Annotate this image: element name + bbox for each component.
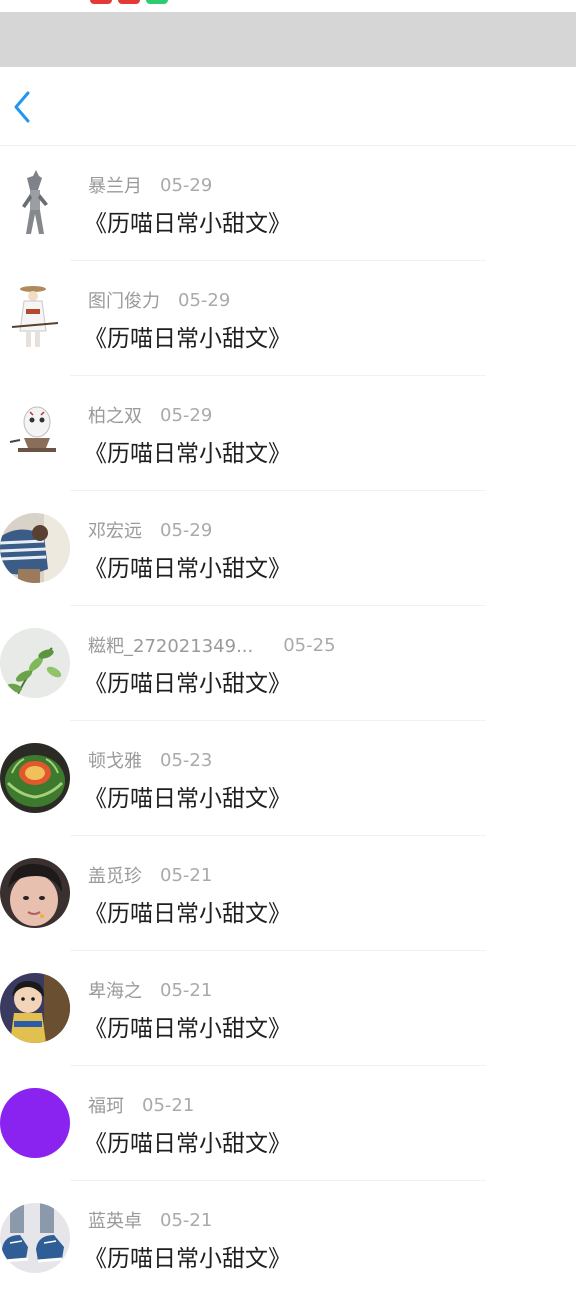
user-name[interactable]: 盖觅珍	[88, 862, 142, 888]
post-date: 05-25	[283, 634, 336, 656]
comment-list: 暴兰月 05-29 《历喵日常小甜文》 图门俊力 05-29 《历喵日常小甜文》	[0, 146, 576, 1296]
nav-bar	[0, 67, 576, 146]
list-item[interactable]: 图门俊力 05-29 《历喵日常小甜文》	[0, 261, 576, 376]
post-title[interactable]: 《历喵日常小甜文》	[84, 319, 291, 353]
list-item[interactable]: 顿戈雅 05-23 《历喵日常小甜文》	[0, 721, 576, 836]
back-button[interactable]	[0, 87, 44, 131]
post-title[interactable]: 《历喵日常小甜文》	[84, 1124, 291, 1158]
user-name[interactable]: 卑海之	[88, 977, 142, 1003]
user-name[interactable]: 糍粑_272021349...	[88, 632, 253, 658]
post-date: 05-29	[160, 519, 213, 541]
post-date: 05-29	[178, 289, 231, 311]
post-title[interactable]: 《历喵日常小甜文》	[84, 779, 291, 813]
header-band	[0, 12, 576, 67]
list-item[interactable]: 蓝英卓 05-21 《历喵日常小甜文》	[0, 1181, 576, 1296]
post-title[interactable]: 《历喵日常小甜文》	[84, 549, 291, 583]
avatar[interactable]	[0, 743, 70, 813]
user-name[interactable]: 福珂	[88, 1092, 124, 1118]
list-item[interactable]: 暴兰月 05-29 《历喵日常小甜文》	[0, 146, 576, 261]
notification-indicator	[90, 0, 112, 4]
list-item[interactable]: 邓宏远 05-29 《历喵日常小甜文》	[0, 491, 576, 606]
list-item[interactable]: 福珂 05-21 《历喵日常小甜文》	[0, 1066, 576, 1181]
list-item[interactable]: 盖觅珍 05-21 《历喵日常小甜文》	[0, 836, 576, 951]
avatar[interactable]	[0, 283, 70, 353]
post-date: 05-21	[142, 1094, 195, 1116]
list-item[interactable]: 糍粑_272021349... 05-25 《历喵日常小甜文》	[0, 606, 576, 721]
user-name[interactable]: 图门俊力	[88, 287, 160, 313]
post-title[interactable]: 《历喵日常小甜文》	[84, 434, 291, 468]
user-name[interactable]: 柏之双	[88, 402, 142, 428]
user-name[interactable]: 暴兰月	[88, 172, 142, 198]
avatar[interactable]	[0, 1203, 70, 1273]
post-title[interactable]: 《历喵日常小甜文》	[84, 1009, 291, 1043]
post-date: 05-21	[160, 864, 213, 886]
post-date: 05-29	[160, 174, 213, 196]
avatar[interactable]	[0, 628, 70, 698]
notification-indicator	[146, 0, 168, 4]
notification-indicator	[118, 0, 140, 4]
post-date: 05-23	[160, 749, 213, 771]
list-item[interactable]: 卑海之 05-21 《历喵日常小甜文》	[0, 951, 576, 1066]
chevron-left-icon	[12, 91, 32, 127]
avatar[interactable]	[0, 858, 70, 928]
status-bar	[0, 0, 576, 12]
post-date: 05-29	[160, 404, 213, 426]
user-name[interactable]: 顿戈雅	[88, 747, 142, 773]
post-title[interactable]: 《历喵日常小甜文》	[84, 664, 291, 698]
avatar[interactable]	[0, 398, 70, 468]
post-title[interactable]: 《历喵日常小甜文》	[84, 204, 291, 238]
post-date: 05-21	[160, 979, 213, 1001]
user-name[interactable]: 蓝英卓	[88, 1207, 142, 1233]
avatar[interactable]	[0, 973, 70, 1043]
post-title[interactable]: 《历喵日常小甜文》	[84, 1239, 291, 1273]
avatar[interactable]	[0, 513, 70, 583]
status-indicators	[90, 0, 168, 4]
list-item[interactable]: 柏之双 05-29 《历喵日常小甜文》	[0, 376, 576, 491]
avatar[interactable]	[0, 168, 70, 238]
post-date: 05-21	[160, 1209, 213, 1231]
avatar[interactable]	[0, 1088, 70, 1158]
post-title[interactable]: 《历喵日常小甜文》	[84, 894, 291, 928]
user-name[interactable]: 邓宏远	[88, 517, 142, 543]
